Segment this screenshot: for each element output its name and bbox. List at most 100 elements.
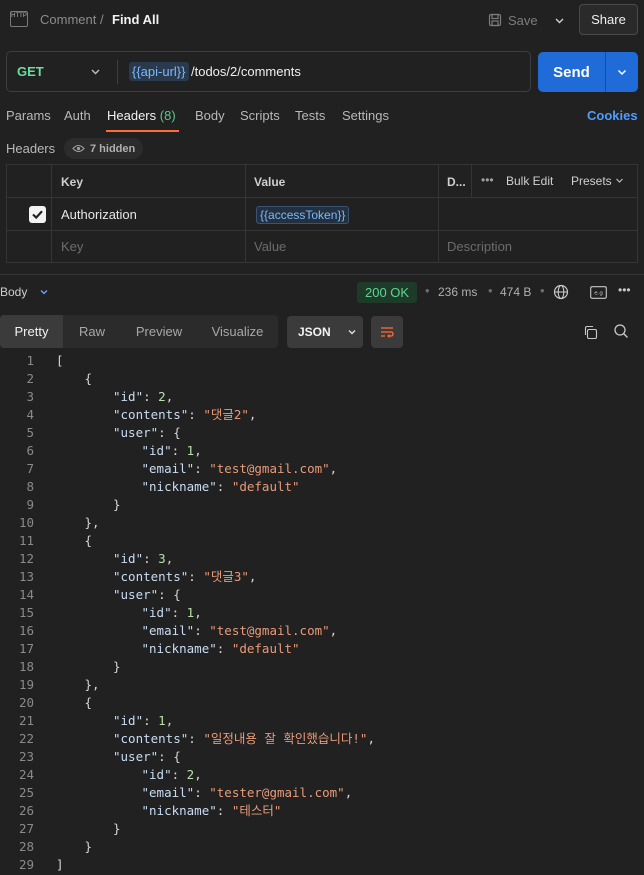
more-options-icon[interactable]: ••• bbox=[481, 173, 494, 187]
line-number: 4 bbox=[26, 407, 34, 422]
bulk-edit-button[interactable]: Bulk Edit bbox=[506, 174, 553, 188]
line-number: 19 bbox=[18, 677, 34, 692]
line-number: 3 bbox=[26, 389, 34, 404]
code-text: [ bbox=[56, 353, 64, 368]
tab-preview[interactable]: Preview bbox=[121, 315, 197, 348]
share-button[interactable]: Share bbox=[579, 4, 638, 35]
code-text: { bbox=[84, 533, 93, 548]
save-options-chevron-icon[interactable] bbox=[548, 8, 570, 32]
tab-params[interactable]: Params bbox=[6, 108, 51, 123]
tab-tests[interactable]: Tests bbox=[295, 108, 325, 123]
line-number: 18 bbox=[18, 659, 34, 674]
column-divider bbox=[51, 165, 52, 262]
response-bar bbox=[0, 274, 644, 311]
code-text: } bbox=[84, 839, 93, 854]
code-text: "email": "test@gmail.com", bbox=[141, 461, 338, 476]
url-input[interactable]: /todos/2/comments bbox=[191, 64, 301, 79]
breadcrumb-request-name[interactable]: Find All bbox=[112, 12, 159, 27]
code-text: { bbox=[84, 695, 93, 710]
chevron-down-icon bbox=[616, 178, 623, 183]
response-size[interactable]: 474 B bbox=[500, 285, 531, 299]
presets-dropdown[interactable]: Presets bbox=[571, 174, 624, 188]
chevron-down-icon bbox=[348, 330, 356, 335]
status-badge[interactable]: 200 OK bbox=[357, 282, 418, 303]
http-request-icon: HTTP bbox=[10, 11, 28, 27]
code-text: "user": { bbox=[113, 749, 181, 764]
header-key-cell[interactable]: Authorization bbox=[61, 207, 137, 222]
hidden-headers-toggle[interactable]: 7 hidden bbox=[64, 138, 144, 159]
line-number: 5 bbox=[26, 425, 34, 440]
code-text: "email": "test@gmail.com", bbox=[141, 623, 338, 638]
line-number: 16 bbox=[18, 623, 34, 638]
code-text: "nickname": "테스터" bbox=[141, 803, 282, 818]
tab-pretty[interactable]: Pretty bbox=[0, 315, 63, 348]
active-tab-indicator bbox=[106, 130, 179, 132]
line-number: 26 bbox=[18, 803, 34, 818]
line-number: 9 bbox=[26, 497, 34, 512]
response-body-dropdown[interactable]: Body bbox=[0, 285, 27, 299]
tab-visualize[interactable]: Visualize bbox=[197, 315, 278, 348]
code-text: } bbox=[113, 659, 121, 674]
code-text: "email": "tester@gmail.com", bbox=[141, 785, 353, 800]
tab-settings[interactable]: Settings bbox=[342, 108, 389, 123]
response-body-editor[interactable]: 1 [2 {3 "id": 2, 4 "contents": "댓글2", 5 "user":… bbox=[0, 352, 644, 875]
chevron-down-icon[interactable] bbox=[38, 286, 50, 298]
format-label: JSON bbox=[298, 325, 331, 339]
send-options-chevron-icon[interactable] bbox=[606, 52, 638, 92]
new-key-input[interactable]: Key bbox=[61, 239, 83, 254]
cookies-link[interactable]: Cookies bbox=[587, 108, 638, 123]
tab-scripts[interactable]: Scripts bbox=[240, 108, 280, 123]
save-example-icon[interactable]: e.g bbox=[589, 284, 607, 300]
tab-body[interactable]: Body bbox=[195, 108, 225, 123]
copy-icon[interactable] bbox=[581, 323, 599, 341]
code-text: { bbox=[84, 371, 93, 386]
code-text: } bbox=[113, 821, 121, 836]
line-number: 6 bbox=[26, 443, 34, 458]
separator-dot: • bbox=[488, 283, 493, 298]
line-number: 12 bbox=[18, 551, 34, 566]
header-enabled-checkbox[interactable] bbox=[29, 206, 46, 223]
send-button[interactable]: Send bbox=[538, 52, 605, 92]
code-text: "id": 1, bbox=[141, 443, 202, 458]
line-number: 7 bbox=[26, 461, 34, 476]
save-button[interactable]: Save bbox=[488, 7, 544, 33]
new-value-input[interactable]: Value bbox=[254, 239, 286, 254]
check-icon bbox=[32, 210, 43, 220]
headers-section-title: Headers bbox=[6, 141, 56, 156]
code-text: "id": 1, bbox=[113, 713, 174, 728]
globe-icon[interactable] bbox=[552, 283, 570, 301]
column-header-key: Key bbox=[61, 175, 84, 189]
column-header-value: Value bbox=[254, 175, 286, 189]
format-selector[interactable]: JSON bbox=[287, 316, 363, 348]
code-text: "id": 1, bbox=[141, 605, 202, 620]
search-icon[interactable] bbox=[612, 322, 630, 340]
new-description-input[interactable]: Description bbox=[447, 239, 512, 254]
tab-headers[interactable]: Headers (8) bbox=[107, 108, 176, 123]
column-divider bbox=[471, 165, 472, 198]
code-text: }, bbox=[84, 677, 100, 692]
breadcrumb-collection[interactable]: Comment bbox=[40, 12, 96, 27]
wrap-lines-icon[interactable] bbox=[371, 316, 403, 348]
line-number: 22 bbox=[18, 731, 34, 746]
line-number: 10 bbox=[18, 515, 34, 530]
line-number: 25 bbox=[18, 785, 34, 800]
line-number: 2 bbox=[26, 371, 34, 386]
line-number: 20 bbox=[18, 695, 34, 710]
code-text: "user": { bbox=[113, 587, 181, 602]
column-header-description: D... bbox=[447, 175, 466, 189]
method-selector[interactable]: GET bbox=[17, 64, 44, 79]
url-variable[interactable]: {{api-url}} bbox=[129, 62, 189, 81]
more-options-icon[interactable]: ••• bbox=[618, 283, 631, 297]
code-text: "contents": "일정내용 잘 확인했습니다!", bbox=[113, 731, 375, 746]
chevron-down-icon[interactable] bbox=[88, 64, 102, 78]
presets-label: Presets bbox=[571, 174, 612, 188]
tab-raw[interactable]: Raw bbox=[63, 315, 121, 348]
tab-auth[interactable]: Auth bbox=[64, 108, 91, 123]
save-icon bbox=[488, 13, 502, 27]
code-text: ] bbox=[56, 857, 64, 872]
line-number: 15 bbox=[18, 605, 34, 620]
svg-text:e.g: e.g bbox=[594, 290, 603, 296]
response-time[interactable]: 236 ms bbox=[438, 285, 477, 299]
line-number: 11 bbox=[18, 533, 34, 548]
header-value-cell[interactable]: {{accessToken}} bbox=[256, 206, 350, 224]
